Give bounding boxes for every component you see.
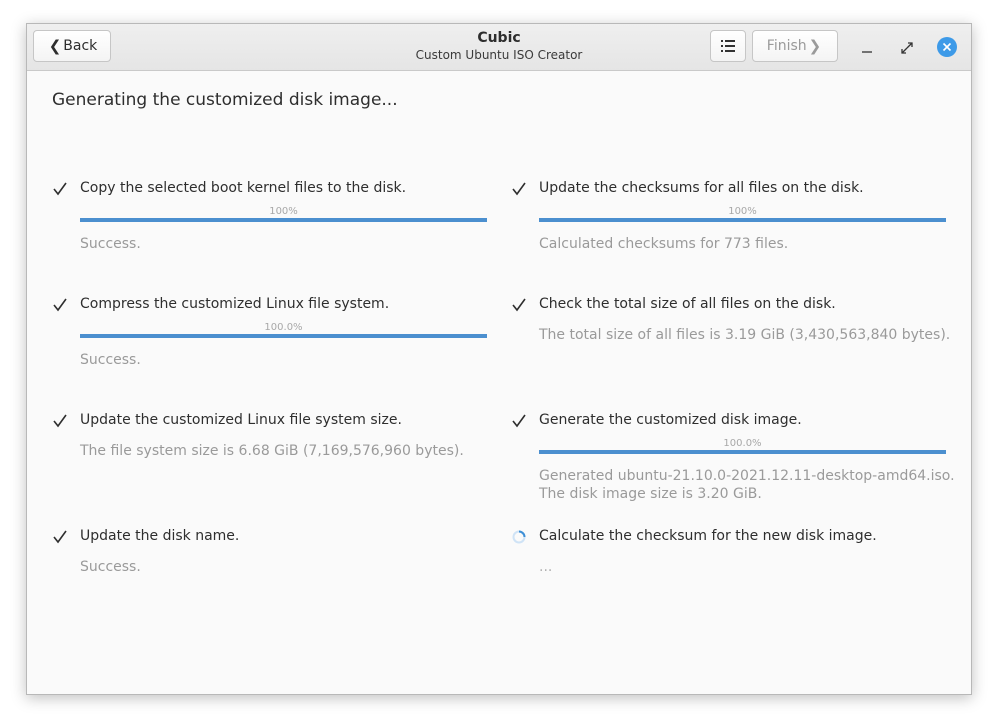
checkmark-icon	[53, 530, 67, 544]
step-update-checksums: Update the checksums for all files on th…	[511, 180, 951, 260]
step-message-line: The disk image size is 3.20 GiB.	[539, 486, 762, 502]
step-compress-filesystem: Compress the customized Linux file syste…	[52, 296, 492, 376]
minimize-icon[interactable]	[857, 38, 877, 58]
checkmark-icon	[512, 414, 526, 428]
progress-bar	[80, 334, 487, 338]
step-message: ...	[539, 559, 553, 575]
step-label: Copy the selected boot kernel files to t…	[80, 180, 407, 196]
progress-fill	[539, 218, 946, 222]
checkmark-icon	[53, 182, 67, 196]
step-update-filesystem-size: Update the customized Linux file system …	[52, 412, 492, 472]
list-view-button[interactable]	[710, 30, 746, 62]
progress-bar	[539, 218, 946, 222]
step-copy-boot-kernel: Copy the selected boot kernel files to t…	[52, 180, 492, 260]
step-label: Update the checksums for all files on th…	[539, 180, 864, 196]
step-label: Generate the customized disk image.	[539, 412, 802, 428]
list-icon	[721, 40, 735, 52]
progress-fill	[539, 450, 946, 454]
close-button[interactable]	[937, 37, 957, 57]
checkmark-icon	[53, 298, 67, 312]
step-label: Update the disk name.	[80, 528, 240, 544]
title-bar: ❮ Back Cubic Custom Ubuntu ISO Creator F…	[27, 24, 971, 71]
checkmark-icon	[512, 182, 526, 196]
step-label: Calculate the checksum for the new disk …	[539, 528, 877, 544]
step-message: The total size of all files is 3.19 GiB …	[539, 327, 951, 343]
progress-bar	[539, 450, 946, 454]
page-heading: Generating the customized disk image...	[52, 90, 398, 110]
progress-bar	[80, 218, 487, 222]
step-message: Success.	[80, 352, 141, 368]
step-message: The file system size is 6.68 GiB (7,169,…	[80, 443, 464, 459]
progress-fill	[80, 334, 487, 338]
step-update-disk-name: Update the disk name. Success.	[52, 528, 492, 588]
progress-percent: 100.0%	[723, 438, 762, 449]
spinner-icon	[512, 530, 526, 544]
step-message: Success.	[80, 559, 141, 575]
step-message-line: Generated ubuntu-21.10.0-2021.12.11-desk…	[539, 468, 955, 484]
cubic-window: ❮ Back Cubic Custom Ubuntu ISO Creator F…	[26, 23, 972, 695]
step-generate-disk-image: Generate the customized disk image. 100.…	[511, 412, 955, 512]
step-label: Compress the customized Linux file syste…	[80, 296, 390, 312]
checkmark-icon	[53, 414, 67, 428]
step-check-total-size: Check the total size of all files on the…	[511, 296, 951, 356]
step-message: Calculated checksums for 773 files.	[539, 236, 789, 252]
step-label: Update the customized Linux file system …	[80, 412, 402, 428]
step-label: Check the total size of all files on the…	[539, 296, 836, 312]
chevron-right-icon: ❯	[808, 37, 822, 55]
progress-percent: 100%	[269, 206, 298, 217]
step-message: Generated ubuntu-21.10.0-2021.12.11-desk…	[539, 467, 955, 503]
finish-button[interactable]: Finish ❯	[752, 30, 838, 62]
step-message: Success.	[80, 236, 141, 252]
checkmark-icon	[512, 298, 526, 312]
progress-percent: 100.0%	[264, 322, 303, 333]
maximize-icon[interactable]	[897, 38, 917, 58]
progress-percent: 100%	[728, 206, 757, 217]
progress-fill	[80, 218, 487, 222]
finish-label: Finish	[766, 38, 807, 54]
step-calculate-checksum: Calculate the checksum for the new disk …	[511, 528, 951, 588]
close-icon	[942, 42, 952, 52]
